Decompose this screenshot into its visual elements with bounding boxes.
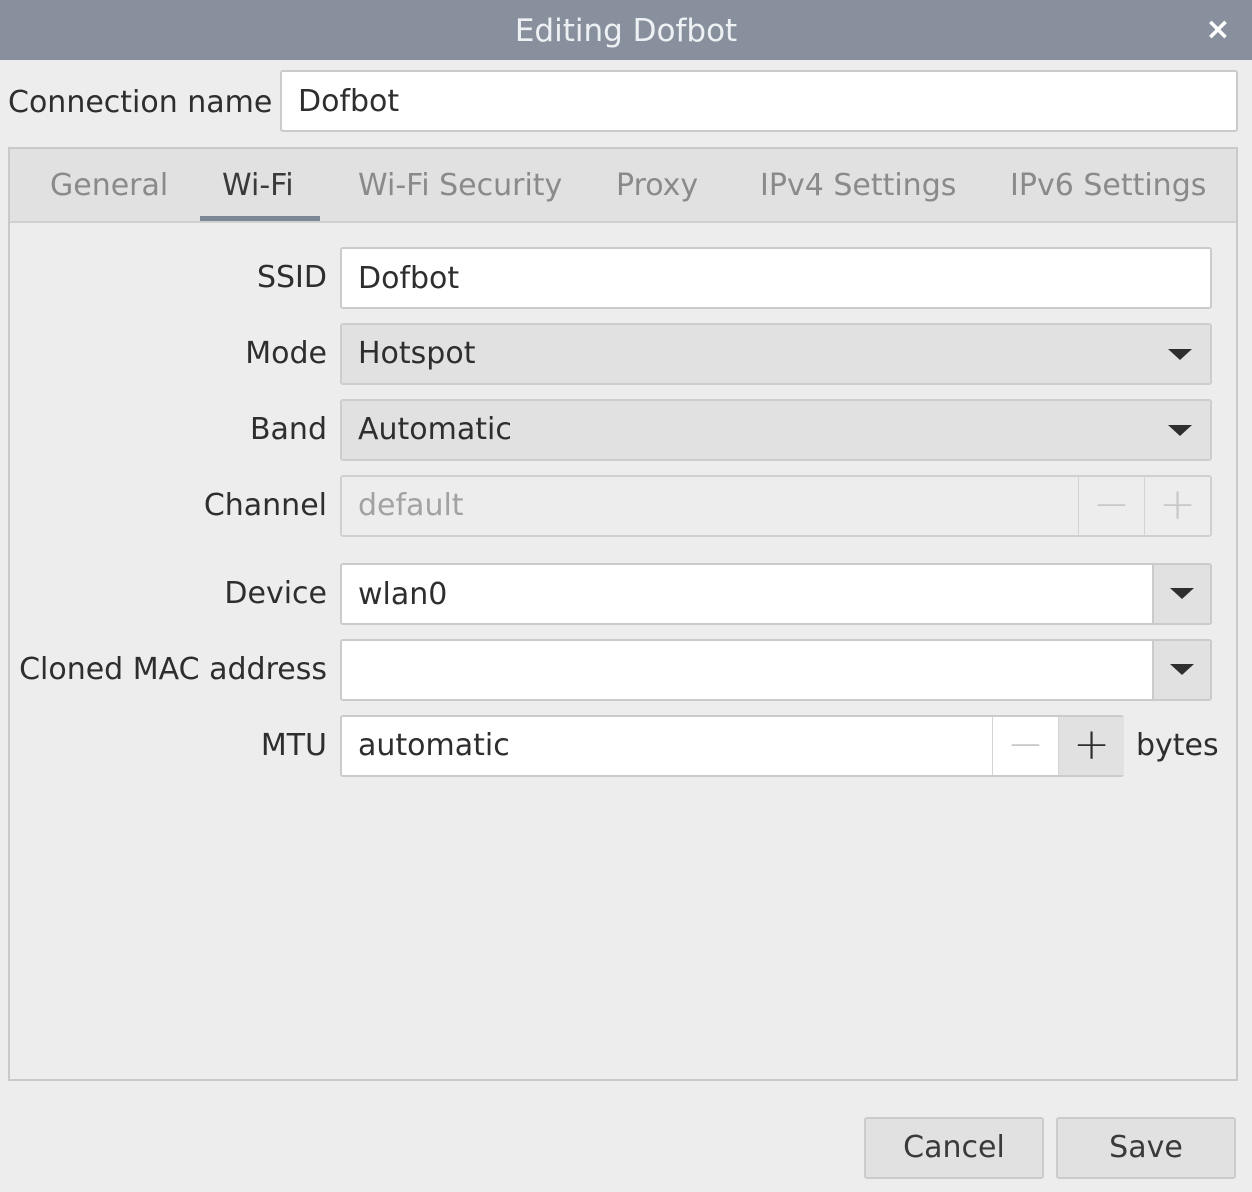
device-label: Device	[224, 576, 327, 611]
mtu-increment-button[interactable]: +	[1058, 717, 1124, 775]
channel-spinbutton: default − +	[340, 475, 1212, 537]
tab-wifi[interactable]: Wi-Fi	[222, 149, 294, 221]
close-icon[interactable]: ×	[1198, 10, 1238, 50]
mtu-value[interactable]: automatic	[358, 717, 510, 775]
connection-name-field[interactable]	[280, 70, 1238, 132]
chevron-down-icon	[1168, 349, 1192, 360]
band-dropdown[interactable]: Automatic	[340, 399, 1212, 461]
mtu-spinbutton[interactable]: automatic − +	[340, 715, 1124, 777]
chevron-down-icon	[1170, 664, 1194, 675]
device-dropdown-button[interactable]	[1152, 565, 1210, 623]
ssid-input[interactable]	[342, 249, 1210, 307]
tab-proxy[interactable]: Proxy	[616, 149, 698, 221]
cancel-button[interactable]: Cancel	[864, 1117, 1044, 1179]
tab-ipv6-settings[interactable]: IPv6 Settings	[1010, 149, 1206, 221]
band-value: Automatic	[358, 412, 512, 447]
channel-label: Channel	[203, 488, 327, 523]
mtu-label: MTU	[260, 728, 327, 763]
active-tab-indicator	[200, 216, 320, 221]
save-button[interactable]: Save	[1056, 1117, 1236, 1179]
chevron-down-icon	[1170, 588, 1194, 599]
cloned-mac-combo-entry[interactable]	[340, 639, 1212, 701]
band-label: Band	[249, 412, 327, 447]
channel-decrement-button: −	[1078, 477, 1144, 535]
connection-name-input[interactable]	[282, 72, 1236, 130]
ssid-label: SSID	[256, 260, 327, 295]
connection-name-label: Connection name	[8, 85, 273, 120]
dialog-window: Editing Dofbot × Connection name General…	[0, 0, 1252, 1192]
cloned-mac-label: Cloned MAC address	[19, 652, 327, 687]
mtu-unit-label: bytes	[1136, 728, 1219, 763]
mode-value: Hotspot	[358, 336, 476, 371]
device-input[interactable]	[342, 565, 1142, 623]
ssid-field[interactable]	[340, 247, 1212, 309]
mode-dropdown[interactable]: Hotspot	[340, 323, 1212, 385]
tab-general[interactable]: General	[50, 149, 168, 221]
titlebar[interactable]: Editing Dofbot ×	[0, 0, 1252, 60]
chevron-down-icon	[1168, 425, 1192, 436]
mtu-decrement-button[interactable]: −	[992, 717, 1058, 775]
channel-value: default	[358, 488, 464, 523]
cloned-mac-input[interactable]	[342, 641, 1142, 699]
device-combo-entry[interactable]	[340, 563, 1212, 625]
channel-increment-button: +	[1144, 477, 1210, 535]
tab-ipv4-settings[interactable]: IPv4 Settings	[760, 149, 956, 221]
tab-wifi-security[interactable]: Wi-Fi Security	[358, 149, 562, 221]
mode-label: Mode	[245, 336, 327, 371]
cloned-mac-dropdown-button[interactable]	[1152, 641, 1210, 699]
tab-bar: General Wi-Fi Wi-Fi Security Proxy IPv4 …	[10, 149, 1236, 223]
window-title: Editing Dofbot	[514, 13, 738, 49]
